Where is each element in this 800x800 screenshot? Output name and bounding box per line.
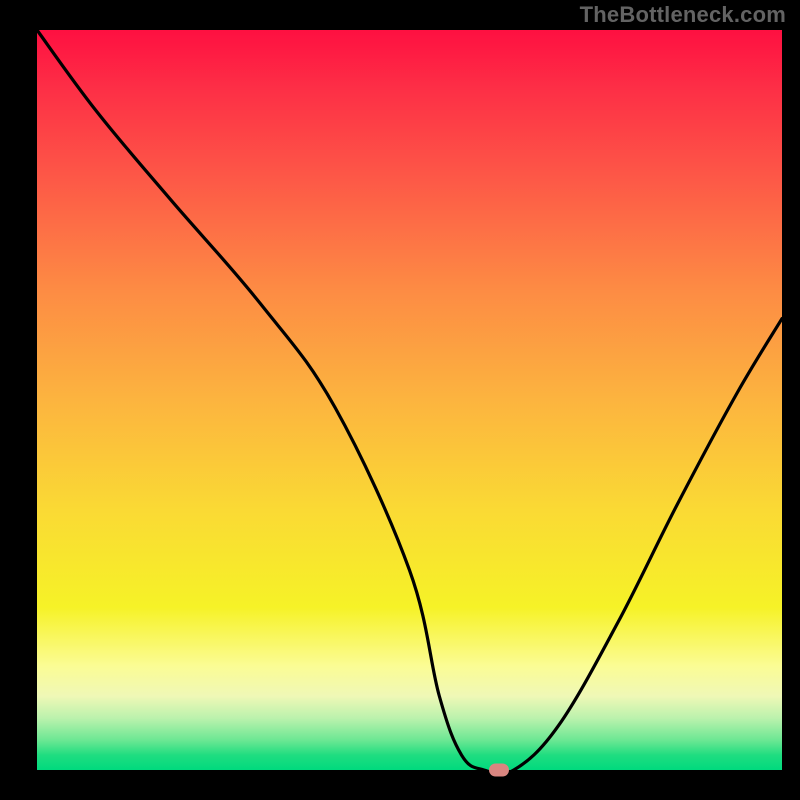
watermark-text: TheBottleneck.com bbox=[580, 2, 786, 28]
chart-frame: TheBottleneck.com bbox=[0, 0, 800, 800]
bottleneck-curve bbox=[37, 30, 782, 770]
plot-area bbox=[37, 30, 782, 770]
optimal-marker bbox=[489, 764, 509, 777]
